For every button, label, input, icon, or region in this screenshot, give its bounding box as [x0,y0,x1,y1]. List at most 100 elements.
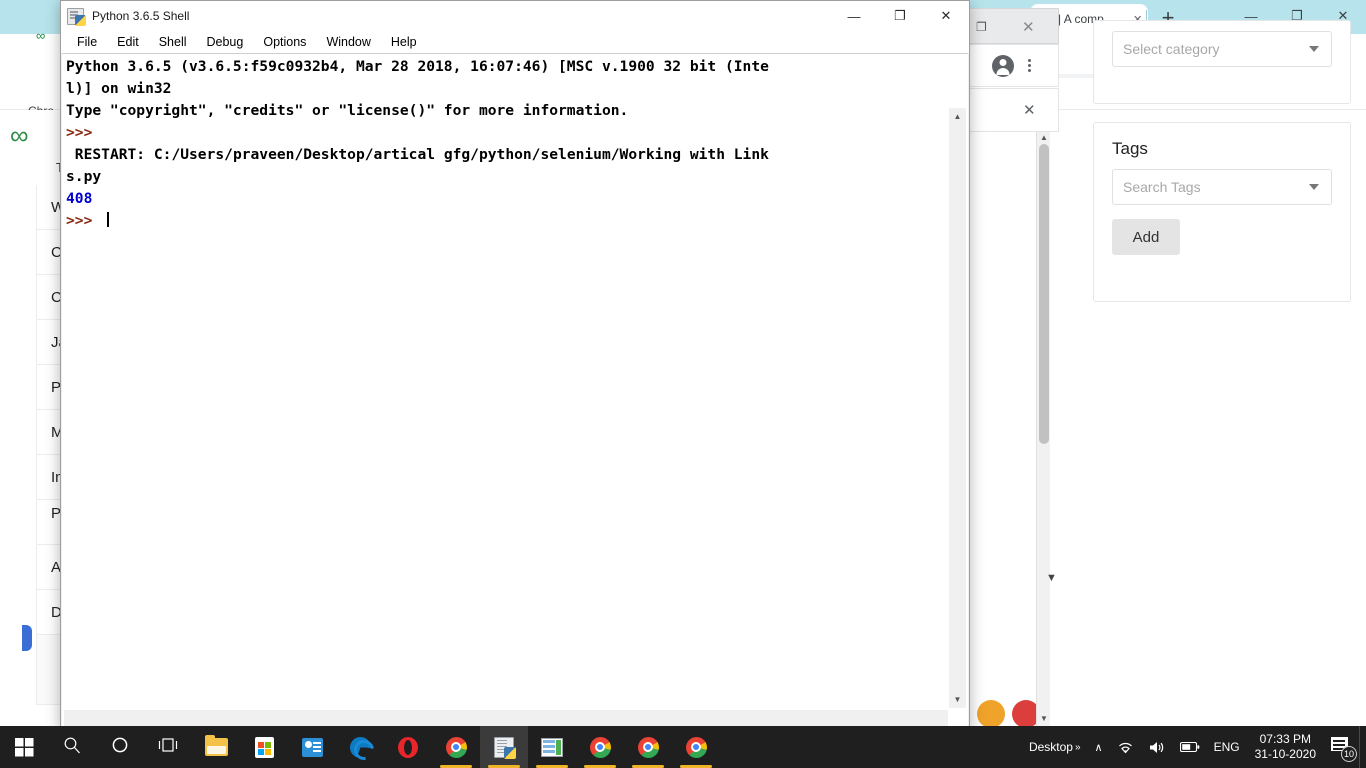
notifications-button[interactable]: 10 [1324,726,1360,768]
taskbar-store[interactable] [240,726,288,768]
python-shell-titlebar[interactable]: Python 3.6.5 Shell — ❐ ✕ [61,1,969,31]
mini-window-maximize-icon[interactable]: ❐ [976,20,987,34]
add-tag-button[interactable]: Add [1112,219,1180,255]
task-view-icon [158,737,178,757]
taskbar-chrome-4[interactable] [672,726,720,768]
taskbar-opera[interactable] [384,726,432,768]
tags-widget-title: Tags [1112,139,1148,158]
tags-search-placeholder: Search Tags [1123,179,1201,195]
taskbar-items [0,726,720,768]
chevron-down-icon [1309,184,1319,190]
notification-icon: 10 [1331,736,1357,762]
page-scroll-thumb[interactable] [1039,144,1049,444]
windows-taskbar: Desktop » ∧ ENG 07:33 PM 31-10-2020 10 [0,726,1366,768]
shell-text-area[interactable]: Python 3.6.5 (v3.6.5:f59c0932b4, Mar 28 … [62,53,968,728]
screen: eks | A comp × + — ❐ ✕ ← ☆ G ✦ ☰ ∞ Chro … [0,0,1366,768]
wifi-icon[interactable] [1110,726,1141,768]
profile-icon[interactable] [991,54,1014,77]
python-idle-icon [67,7,86,26]
text-cursor [107,212,110,227]
console-restart-line-1: RESTART: C:/Users/praveen/Desktop/artica… [66,146,769,163]
chrome-icon [589,736,611,758]
mini-window-close-icon[interactable]: ✕ [1022,18,1035,36]
page-scroll-down-icon[interactable]: ▼ [1040,714,1048,723]
idle-icon [494,736,516,759]
page-scrollbar[interactable]: ▲ ▼ [1036,130,1050,726]
category-select-placeholder: Select category [1123,41,1220,57]
category-select[interactable]: Select category [1112,31,1332,67]
shell-horizontal-scrollbar[interactable] [64,710,948,726]
taskbar-search[interactable] [48,726,96,768]
shell-menu-help[interactable]: Help [381,33,427,51]
site-logo-icon: ∞ [10,120,29,150]
chrome-icon [685,736,707,758]
floating-action-orange[interactable] [977,700,1005,728]
taskbar-task-view[interactable] [144,726,192,768]
shell-menu-debug[interactable]: Debug [197,33,254,51]
chrome-icon [637,736,659,758]
volume-icon[interactable] [1141,726,1173,768]
shell-vertical-scrollbar[interactable]: ▲ ▼ [949,108,966,708]
console-prompt-1: >>> [66,124,102,141]
python-shell-window: Python 3.6.5 Shell — ❐ ✕ File Edit Shell De… [60,0,970,730]
taskbar-explorer[interactable] [192,726,240,768]
console-banner-line-1: Python 3.6.5 (v3.6.5:f59c0932b4, Mar 28 … [66,58,769,75]
clock-time: 07:33 PM [1259,732,1311,746]
taskbar-chrome-3[interactable] [624,726,672,768]
spreadsheet-icon [541,737,563,757]
shell-menu-window[interactable]: Window [316,33,380,51]
taskbar-start[interactable] [0,726,48,768]
store-icon [254,736,274,758]
taskbar-chrome-2[interactable] [576,726,624,768]
console-restart-line-2: s.py [66,168,102,185]
search-icon [63,736,81,758]
edge-icon [349,736,371,758]
shell-menu-options[interactable]: Options [253,33,316,51]
console-banner-line-2: l)] on win32 [66,80,172,97]
shell-menu-edit[interactable]: Edit [107,33,149,51]
shell-minimize-button[interactable]: — [831,1,877,31]
taskbar-edge[interactable] [336,726,384,768]
python-shell-title: Python 3.6.5 Shell [92,9,190,23]
scroll-indicator [22,625,32,651]
tags-widget: Tags Search Tags Add [1093,122,1351,302]
show-desktop-button[interactable] [1359,726,1366,768]
mini-panel-close-icon[interactable]: ✕ [1023,101,1036,119]
overflow-menu-icon[interactable] [1027,59,1031,72]
clock-date: 31-10-2020 [1254,747,1316,761]
shell-menu-file[interactable]: File [67,33,107,51]
chevron-up-icon: ∧ [1094,741,1103,754]
mini-window-body: ✕ [963,88,1059,132]
notification-count: 10 [1341,746,1357,762]
folder-icon [204,735,228,756]
tray-desktop-label[interactable]: Desktop » [1022,726,1088,768]
bookmark-leaf-icon[interactable]: ∞ [36,28,45,43]
taskbar-chrome-1[interactable] [432,726,480,768]
shell-maximize-button[interactable]: ❐ [877,1,923,31]
page-scroll-up-icon[interactable]: ▲ [1040,133,1048,142]
windows-logo [14,737,34,757]
battery-icon[interactable] [1173,726,1207,768]
clock[interactable]: 07:33 PM 31-10-2020 [1247,726,1324,768]
shell-scroll-down-icon[interactable]: ▼ [949,691,966,708]
shell-scroll-up-icon[interactable]: ▲ [949,108,966,125]
contacts-icon [301,737,323,757]
chrome-icon [445,736,467,758]
console-output-value: 408 [66,190,93,207]
opera-icon [398,736,418,758]
console-help-line: Type "copyright", "credits" or "license(… [66,102,629,119]
language-text: ENG [1213,740,1240,754]
tray-overflow-icon[interactable]: » [1075,742,1081,753]
cortana-icon [111,736,129,758]
shell-close-button[interactable]: ✕ [923,1,969,31]
tags-search-input[interactable]: Search Tags [1112,169,1332,205]
mini-window-titlebar: ❐ ✕ [963,8,1059,44]
shell-menu-shell[interactable]: Shell [149,33,197,51]
language-indicator[interactable]: ENG [1207,726,1247,768]
taskbar-sheets[interactable] [528,726,576,768]
panel-chevron-down-icon: ▼ [1046,572,1057,584]
taskbar-cortana[interactable] [96,726,144,768]
taskbar-contacts[interactable] [288,726,336,768]
tray-expand-button[interactable]: ∧ [1088,726,1110,768]
taskbar-idle[interactable] [480,726,528,768]
